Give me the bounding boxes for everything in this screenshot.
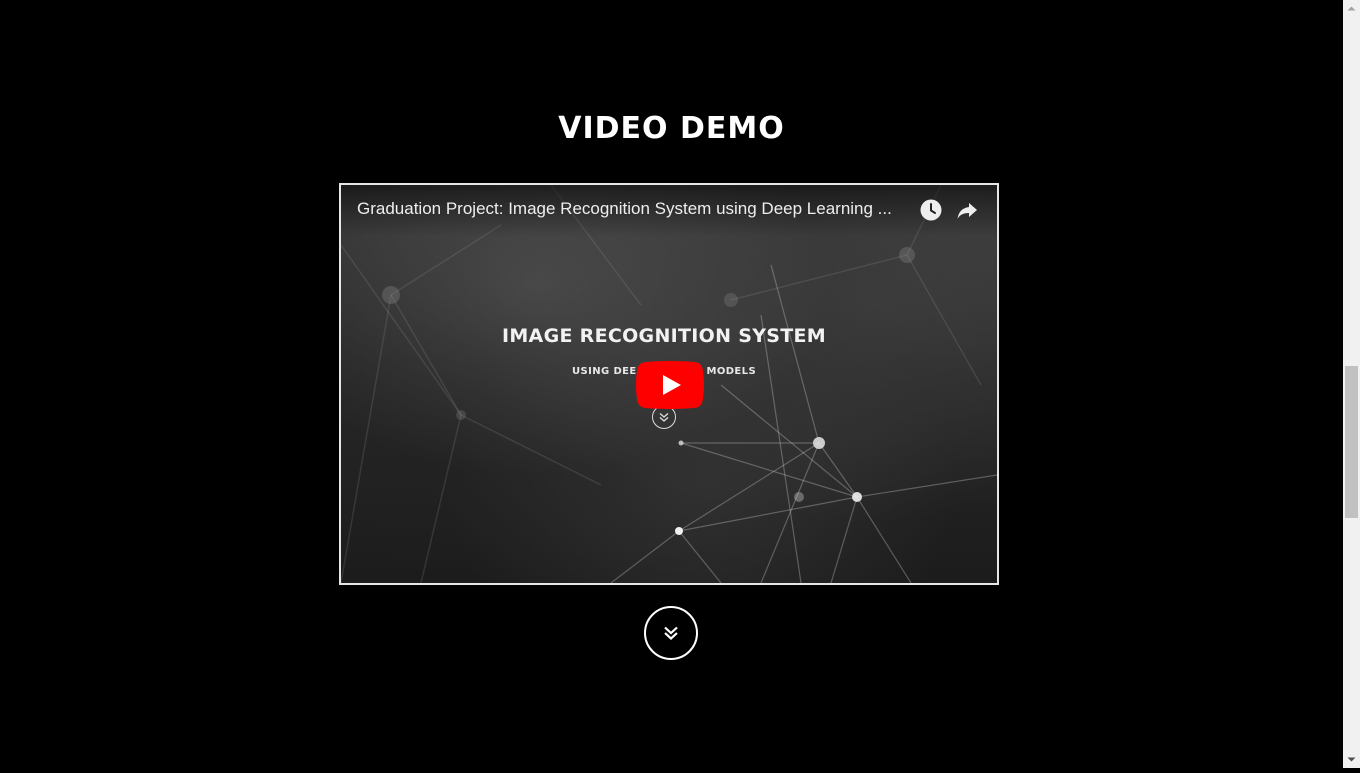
video-title[interactable]: Graduation Project: Image Recognition Sy… (357, 199, 917, 219)
youtube-play-icon[interactable] (636, 361, 704, 409)
video-overlay-heading: IMAGE RECOGNITION SYSTEM (501, 325, 826, 347)
section-title: VIDEO DEMO (558, 111, 785, 146)
youtube-video-embed[interactable]: Graduation Project: Image Recognition Sy… (339, 183, 999, 585)
scroll-down-button[interactable] (644, 606, 698, 660)
scroll-up-arrow-icon[interactable] (1343, 0, 1360, 17)
scroll-down-arrow-icon[interactable] (1343, 751, 1360, 768)
clock-icon[interactable] (919, 198, 943, 222)
scrollbar-thumb[interactable] (1345, 366, 1358, 518)
vertical-scrollbar[interactable] (1343, 0, 1360, 768)
share-arrow-icon[interactable] (955, 198, 979, 222)
page: VIDEO DEMO Graduation Project: Image Rec… (0, 0, 1343, 768)
double-chevron-down-icon (664, 626, 678, 640)
